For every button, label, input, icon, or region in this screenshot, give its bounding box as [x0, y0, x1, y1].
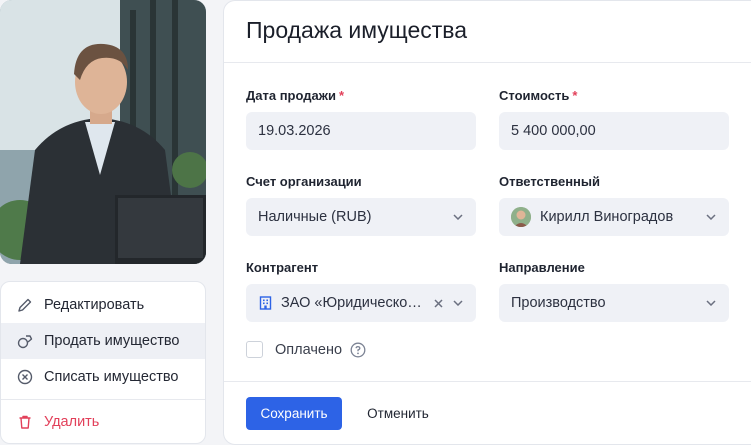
- chevron-down-icon: [452, 211, 464, 223]
- save-button[interactable]: Сохранить: [246, 397, 342, 430]
- counterparty-value: ЗАО «Юридическое...: [281, 295, 424, 311]
- cost-label: Стоимость *: [499, 88, 577, 103]
- chevron-down-icon: [452, 297, 464, 309]
- direction-value: Производство: [511, 295, 606, 311]
- menu-divider: [1, 399, 205, 400]
- clear-icon[interactable]: [432, 297, 444, 309]
- responsible-select[interactable]: Кирилл Виноградов: [499, 198, 729, 236]
- writeoff-action-label: Списать имущество: [44, 369, 179, 385]
- account-select[interactable]: Наличные (RUB): [246, 198, 476, 236]
- account-label: Счет организации: [246, 174, 362, 189]
- direction-label: Направление: [499, 260, 585, 275]
- trash-icon: [16, 413, 34, 431]
- sale-date-label: Дата продажи *: [246, 88, 344, 103]
- footer-divider: [224, 381, 751, 382]
- cancel-button[interactable]: Отменить: [356, 397, 440, 430]
- building-icon: [258, 296, 272, 310]
- paid-checkbox[interactable]: [246, 341, 263, 358]
- cross-circle-icon: [16, 368, 34, 386]
- paid-row: Оплачено: [246, 341, 366, 358]
- header-divider: [224, 62, 751, 63]
- sale-form-panel: Продажа имущества Дата продажи * 19.03.20…: [223, 0, 751, 445]
- direction-select[interactable]: Производство: [499, 284, 729, 322]
- page-title: Продажа имущества: [246, 17, 468, 43]
- delete-action[interactable]: Удалить: [1, 404, 205, 440]
- responsible-label: Ответственный: [499, 174, 600, 189]
- sale-date-field[interactable]: 19.03.2026: [246, 112, 476, 150]
- chevron-down-icon: [705, 211, 717, 223]
- cost-field[interactable]: 5 400 000,00: [499, 112, 729, 150]
- edit-action-label: Редактировать: [44, 297, 145, 313]
- counterparty-select[interactable]: ЗАО «Юридическое...: [246, 284, 476, 322]
- sale-date-value: 19.03.2026: [258, 123, 331, 139]
- avatar: [511, 207, 531, 227]
- sell-action-label: Продать имущество: [44, 333, 180, 349]
- money-bag-icon: [16, 332, 34, 350]
- writeoff-action[interactable]: Списать имущество: [1, 359, 205, 395]
- sale-date-label-text: Дата продажи: [246, 88, 336, 103]
- help-icon[interactable]: [350, 342, 366, 358]
- pencil-icon: [16, 296, 34, 314]
- paid-label: Оплачено: [275, 341, 343, 358]
- account-value: Наличные (RUB): [258, 209, 372, 225]
- responsible-value: Кирилл Виноградов: [540, 209, 674, 225]
- cost-label-text: Стоимость: [499, 88, 570, 103]
- cost-value: 5 400 000,00: [511, 123, 596, 139]
- edit-action[interactable]: Редактировать: [1, 287, 205, 323]
- required-mark: *: [572, 88, 578, 103]
- counterparty-label: Контрагент: [246, 260, 319, 275]
- sell-action[interactable]: Продать имущество: [1, 323, 205, 359]
- property-photo: [0, 0, 206, 264]
- required-mark: *: [338, 88, 345, 103]
- chevron-down-icon: [705, 297, 717, 309]
- actions-menu: Редактировать Продать имущество Списать …: [0, 281, 206, 444]
- delete-action-label: Удалить: [44, 414, 100, 430]
